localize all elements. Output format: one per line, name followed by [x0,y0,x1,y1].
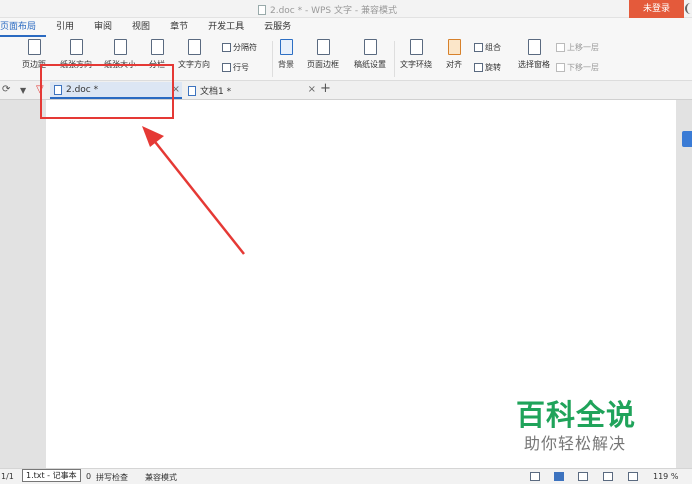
separator-icon [222,43,231,52]
draft-settings-button[interactable]: 稿纸设置 [354,39,386,70]
send-backward-button[interactable]: 下移一层 [556,62,599,73]
annotation-highlight-box [40,64,174,119]
menu-tabs: 页面布局 引用 审阅 视图 章节 开发工具 云服务 [0,18,692,37]
reading-view-icon[interactable] [628,472,638,481]
zoom-level[interactable]: 119 % [653,472,678,481]
watermark-logo: 百科全说 [516,398,637,432]
spellcheck-status[interactable]: 拼写检查 [96,472,128,483]
line-numbers-icon [222,63,231,72]
paper-size-icon [113,39,127,55]
separator-button[interactable]: 分隔符 [222,42,257,53]
align-button[interactable]: 对齐 [446,39,462,70]
word-count: 0 [86,472,92,481]
outline-view-icon[interactable] [578,472,588,481]
taskbar-tooltip: 1.txt - 记事本 [22,469,81,482]
rotate-icon [474,63,483,72]
selection-pane-button[interactable]: 选择窗格 [518,39,550,70]
bring-forward-button[interactable]: 上移一层 [556,42,599,53]
ribbon-divider [272,41,273,77]
page-border-icon [316,39,330,55]
tab-references[interactable]: 引用 [46,18,84,37]
tab-review[interactable]: 审阅 [84,18,122,37]
background-icon [279,39,293,55]
compat-mode-status: 兼容模式 [145,473,177,482]
window-control-icon[interactable] [685,3,692,14]
margins-icon [27,39,41,55]
tab-section[interactable]: 章节 [160,18,198,37]
title-bar: 2.doc * - WPS 文字 - 兼容模式 未登录 [0,0,692,18]
columns-icon [150,39,164,55]
text-direction-icon [187,39,201,55]
document-icon [258,4,266,15]
document-icon [188,85,196,96]
bring-forward-icon [556,43,565,52]
background-button[interactable]: 背景 [278,39,294,70]
text-direction-button[interactable]: 文字方向 [178,39,210,70]
page-indicator: 1/1 [1,472,14,481]
window-title-text: 2.doc * - WPS 文字 - 兼容模式 [270,6,397,16]
selection-pane-icon [527,39,541,55]
new-tab-button[interactable]: + [320,81,331,96]
window-title: 2.doc * - WPS 文字 - 兼容模式 [258,3,397,16]
watermark-slogan: 助你轻松解决 [524,434,627,453]
page-border-button[interactable]: 页面边框 [307,39,339,70]
focus-view-icon[interactable] [530,472,540,481]
tab-view[interactable]: 视图 [122,18,160,37]
page-view-icon[interactable] [554,472,564,481]
text-wrap-button[interactable]: 文字环绕 [400,39,432,70]
text-wrap-icon [409,39,423,55]
send-backward-icon [556,63,565,72]
status-bar: 1/1 0 拼写检查 兼容模式 119 % [0,468,692,484]
redo-icon[interactable]: ⟳ [2,84,10,95]
tab-developer[interactable]: 开发工具 [198,18,254,37]
close-icon[interactable]: × [308,84,316,95]
tab-page-layout[interactable]: 页面布局 [0,18,47,37]
group-button[interactable]: 组合 [474,42,501,53]
align-icon [447,39,461,55]
side-panel-icon[interactable] [682,131,692,147]
tab-document1[interactable]: 文档1 * × [184,82,318,99]
group-icon [474,43,483,52]
login-button[interactable]: 未登录 [629,0,684,18]
tab-label: 文档1 * [200,87,232,97]
web-view-icon[interactable] [603,472,613,481]
tab-cloud[interactable]: 云服务 [254,18,301,37]
dropdown-arrow-icon[interactable]: ▼ [20,86,26,95]
orientation-icon [69,39,83,55]
draft-settings-icon [363,39,377,55]
line-numbers-button[interactable]: 行号 [222,62,249,73]
ribbon-divider [394,41,395,77]
rotate-button[interactable]: 旋转 [474,62,501,73]
